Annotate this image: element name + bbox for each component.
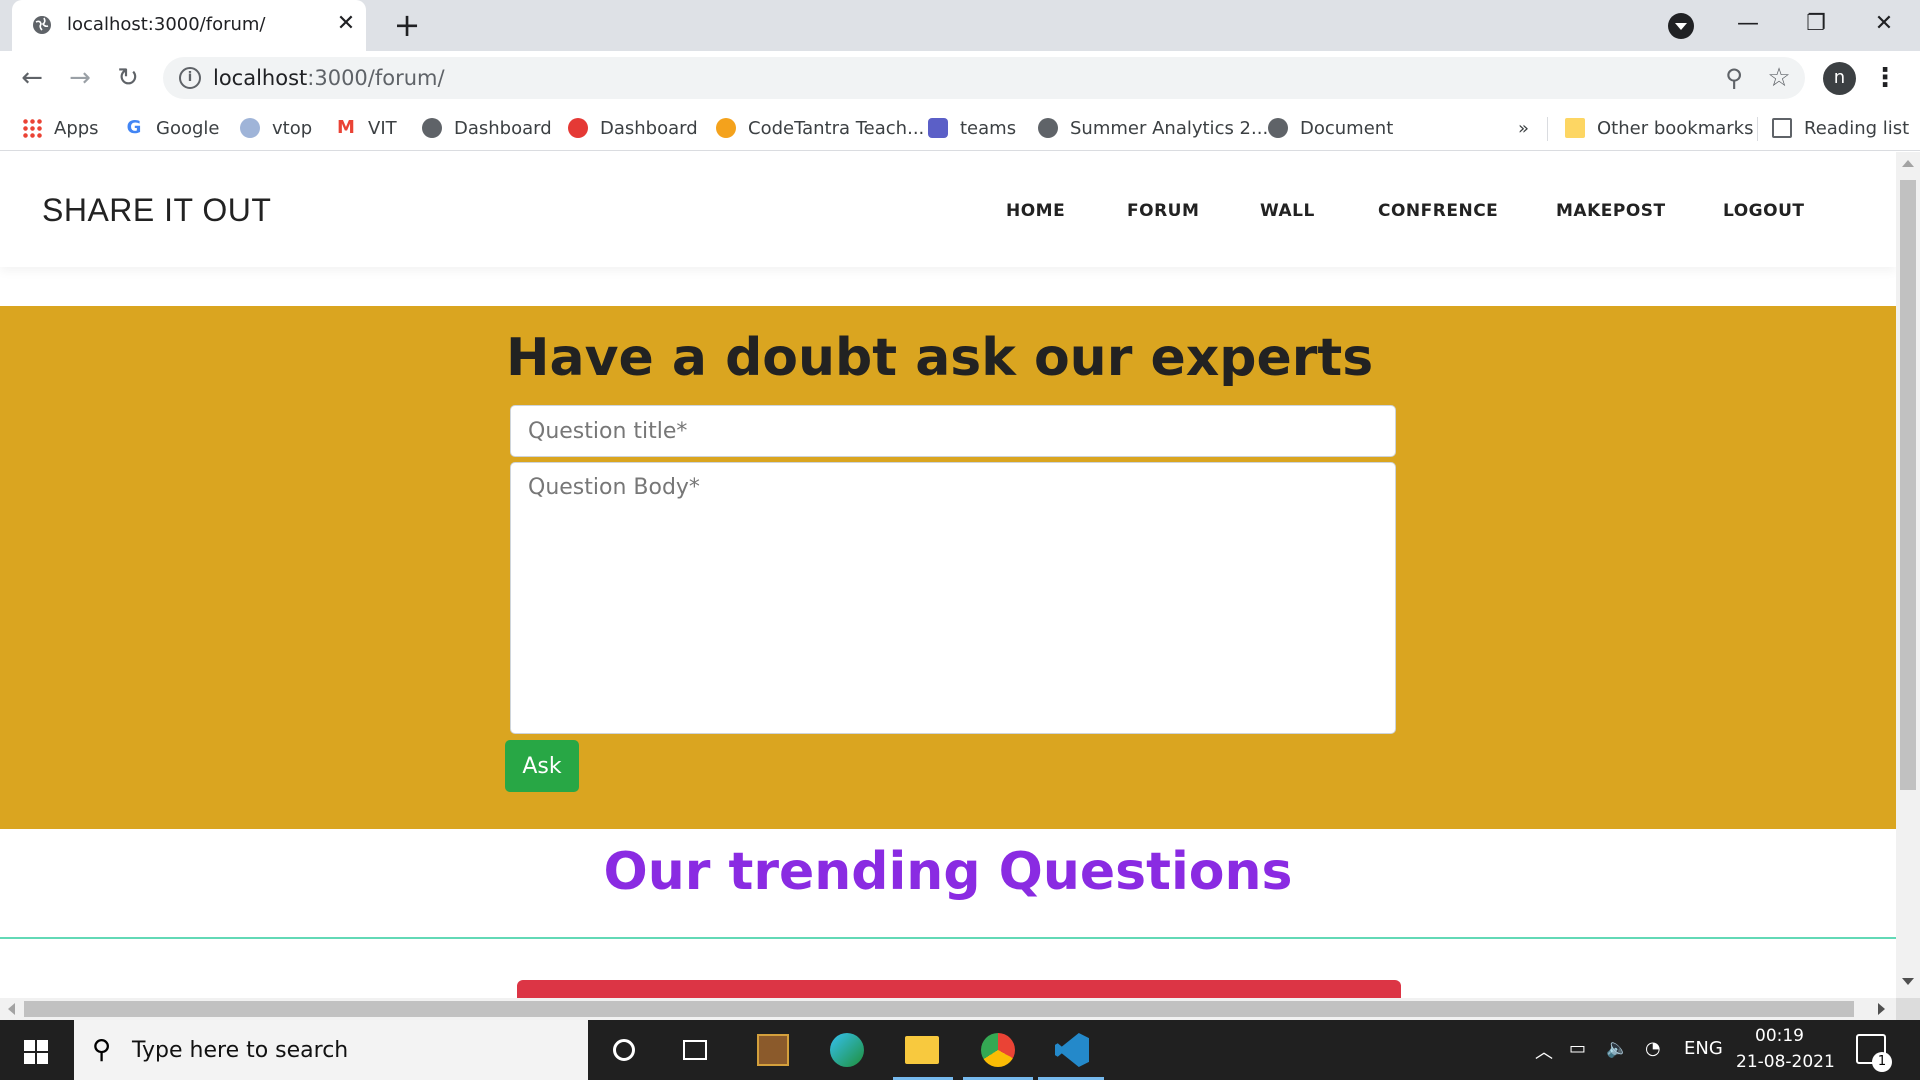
edge-icon[interactable] [827,1030,867,1070]
nav-wall[interactable]: WALL [1260,201,1315,221]
globe-icon [33,16,51,34]
tab-title: localhost:3000/forum/ [67,14,266,35]
taskbar-search-box[interactable]: ⚲ Type here to search [74,1020,588,1080]
scroll-left-icon[interactable] [8,1003,15,1015]
other-bookmarks[interactable]: Other bookmarks [1565,113,1753,143]
language-indicator[interactable]: ENG [1684,1038,1723,1059]
show-hidden-icons[interactable]: ︿ [1535,1038,1553,1064]
dosbox-icon[interactable] [753,1030,793,1070]
bookmark-codetantra[interactable]: CodeTantra Teach... [716,113,924,143]
reading-list-icon [1772,118,1792,138]
file-explorer-icon[interactable] [902,1030,942,1070]
bookmark-vit[interactable]: M VIT [336,113,397,143]
hero-title: Have a doubt ask our experts [506,328,1374,388]
bookmark-document[interactable]: Document [1268,113,1393,143]
folder-icon [1565,118,1585,138]
apps-grid-icon [22,118,42,138]
bookmarks-divider [1757,117,1758,141]
back-arrow-icon[interactable]: ← [16,62,48,94]
page-viewport: SHARE IT OUT HOME FORUM WALL CONFRENCE M… [0,152,1896,998]
globe-icon [1038,118,1058,138]
vertical-scrollbar[interactable] [1896,152,1920,998]
search-icon: ⚲ [92,1035,112,1065]
browser-toolbar: ← → ↻ i localhost:3000/forum/ ⚲ ☆ n ⋮ [0,51,1920,105]
restore-button[interactable]: ❐ [1796,6,1836,42]
scroll-right-icon[interactable] [1878,1003,1885,1015]
cortana-icon[interactable] [604,1030,644,1070]
bookmark-dashboard-2[interactable]: Dashboard [568,113,698,143]
vertical-scroll-thumb[interactable] [1900,180,1916,790]
notification-count: 1 [1872,1052,1892,1072]
vtop-icon [240,118,260,138]
horizontal-scroll-thumb[interactable] [24,1001,1854,1017]
volume-icon[interactable]: 🔈 [1606,1038,1628,1059]
teams-icon [928,118,948,138]
bookmarks-divider [1547,117,1548,141]
google-icon: G [126,117,142,138]
address-bar[interactable]: i localhost:3000/forum/ ⚲ ☆ [163,57,1805,99]
ask-button[interactable]: Ask [505,740,579,792]
question-body-input[interactable] [510,462,1396,734]
reload-icon[interactable]: ↻ [112,62,144,94]
vscode-icon[interactable] [1052,1030,1092,1070]
globe-icon [422,118,442,138]
site-info-icon[interactable]: i [179,67,201,89]
nav-home[interactable]: HOME [1006,201,1065,221]
site-navbar: SHARE IT OUT HOME FORUM WALL CONFRENCE M… [0,152,1896,267]
bookmark-summer-analytics[interactable]: Summer Analytics 2... [1038,113,1268,143]
wifi-icon[interactable]: ◔ [1645,1038,1661,1059]
tab-strip: localhost:3000/forum/ ✕ + — ❐ ✕ [0,0,1920,51]
bookmark-dashboard-1[interactable]: Dashboard [422,113,552,143]
clock-date[interactable]: 21-08-2021 [1736,1052,1835,1072]
minimize-button[interactable]: — [1728,6,1768,42]
trending-heading: Our trending Questions [603,842,1293,902]
dashboard-icon [568,118,588,138]
windows-start-icon[interactable] [24,1040,48,1064]
tab-search-icon[interactable] [1668,13,1694,39]
nav-logout[interactable]: LOGOUT [1723,201,1804,221]
bookmark-google[interactable]: G Google [124,113,220,143]
profile-avatar[interactable]: n [1823,62,1856,95]
bookmarks-overflow-button[interactable]: » [1518,113,1529,143]
reading-list[interactable]: Reading list [1772,113,1909,143]
nav-confrence[interactable]: CONFRENCE [1378,201,1498,221]
horizontal-scrollbar[interactable] [0,998,1896,1020]
zoom-icon[interactable]: ⚲ [1719,63,1749,93]
windows-taskbar: ⚲ Type here to search ︿ ▭ 🔈 ◔ ENG 00:19 … [0,1020,1920,1080]
window-close-button[interactable]: ✕ [1864,6,1904,42]
bookmarks-bar: Apps G Google vtop M VIT Dashboard Dashb… [0,105,1920,151]
bookmark-star-icon[interactable]: ☆ [1764,63,1794,93]
bookmark-apps[interactable]: Apps [22,113,99,143]
section-divider [0,937,1896,939]
bookmark-teams[interactable]: teams [928,113,1016,143]
scrollbar-corner [1896,998,1920,1020]
battery-icon[interactable]: ▭ [1569,1038,1586,1059]
tab-close-icon[interactable]: ✕ [334,12,358,36]
new-tab-button[interactable]: + [390,8,424,42]
chrome-icon[interactable] [978,1030,1018,1070]
bookmark-vtop[interactable]: vtop [240,113,312,143]
clock-time[interactable]: 00:19 [1755,1026,1804,1046]
ask-question-section: Have a doubt ask our experts Ask [0,306,1896,829]
nav-makepost[interactable]: MAKEPOST [1556,201,1666,221]
task-view-icon[interactable] [675,1030,715,1070]
gmail-icon: M [337,117,355,138]
site-brand[interactable]: SHARE IT OUT [42,192,271,229]
url-text[interactable]: localhost:3000/forum/ [213,66,445,90]
forward-arrow-icon[interactable]: → [64,62,96,94]
codetantra-icon [716,118,736,138]
scroll-up-icon[interactable] [1902,160,1914,167]
question-card-header [517,980,1401,998]
globe-icon [1268,118,1288,138]
nav-forum[interactable]: FORUM [1127,201,1199,221]
question-title-input[interactable] [510,405,1396,457]
scroll-down-icon[interactable] [1902,978,1914,985]
browser-tab[interactable]: localhost:3000/forum/ ✕ [12,0,366,51]
browser-menu-icon[interactable]: ⋮ [1872,62,1898,95]
taskbar-search-placeholder: Type here to search [132,1038,349,1063]
